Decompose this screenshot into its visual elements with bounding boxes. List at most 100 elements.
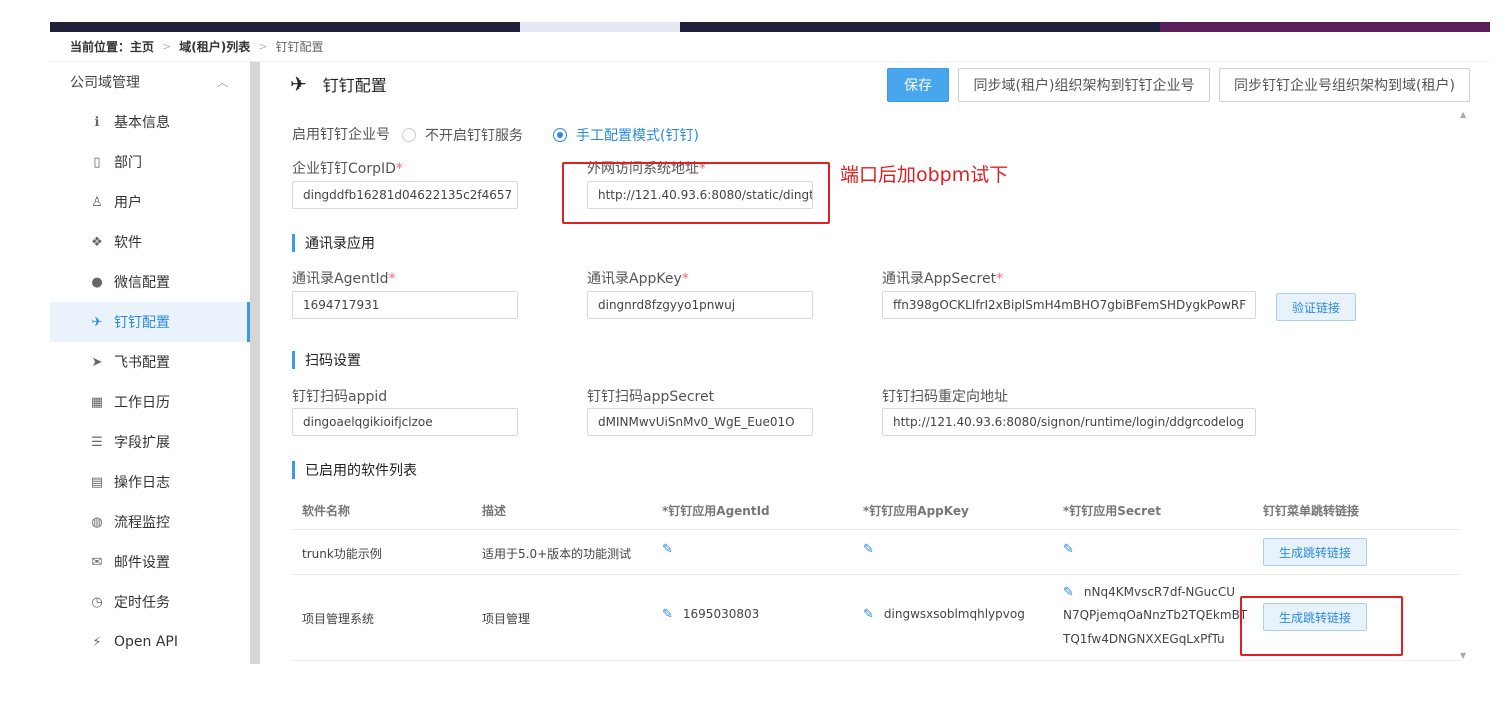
appsecret-label: 通讯录AppSecret*: [882, 268, 1003, 288]
sync-to-dingtalk-button[interactable]: 同步域(租户)组织架构到钉钉企业号: [958, 68, 1210, 102]
sidebar-item-feishu-config[interactable]: ➤ 飞书配置: [50, 342, 250, 382]
sidebar-item-label: 部门: [114, 155, 142, 171]
plane-icon: ✈: [290, 72, 307, 96]
edit-secret-cell[interactable]: ✎ nNq4KMvscR7df-NGucCU: [1063, 585, 1235, 600]
corpid-input[interactable]: dingddfb16281d04622135c2f4657: [292, 181, 518, 209]
pencil-icon[interactable]: ✎: [662, 542, 673, 557]
sidebar-item-label: 字段扩展: [114, 435, 170, 451]
content-scrollbar[interactable]: ▲ ▼: [1458, 106, 1470, 662]
sidebar-item-label: 工作日历: [114, 395, 170, 411]
config-form: 启用钉钉企业号 不开启钉钉服务 手工配置模式(钉钉) 企业钉钉CorpID* d…: [280, 106, 1460, 662]
agentid-label: 通讯录AgentId*: [292, 268, 395, 288]
mail-icon: ✉: [91, 554, 103, 570]
breadcrumb-domain-list-link[interactable]: 域(租户)列表: [179, 38, 250, 55]
secret-value-line: TQ1fw4DNGNXXEGqLxPfTu: [1063, 632, 1225, 646]
appkey-value: dingwsxsoblmqhlypvog: [883, 607, 1025, 621]
sidebar-scrollbar[interactable]: [250, 62, 260, 664]
sidebar-section-label: 公司域管理: [70, 75, 140, 91]
radio-circle-icon: [402, 128, 416, 142]
sidebar-item-field-extension[interactable]: ☰ 字段扩展: [50, 422, 250, 462]
scan-redirect-input[interactable]: http://121.40.93.6:8080/signon/runtime/l…: [882, 408, 1256, 436]
divider: [292, 574, 1460, 575]
dashboard-icon: ◍: [91, 514, 103, 530]
generate-link-button[interactable]: 生成跳转链接: [1263, 538, 1367, 566]
save-button[interactable]: 保存: [887, 68, 949, 102]
annotation-highlight-box: [1240, 596, 1403, 656]
wechat-icon: ●: [91, 274, 103, 290]
sidebar-section-company-domain[interactable]: 公司域管理 ︿: [50, 62, 250, 102]
sidebar-item-open-api[interactable]: ⚡ Open API: [50, 622, 250, 662]
scan-secret-input[interactable]: dMINMwvUiSnMv0_WgE_Eue01O: [587, 408, 813, 436]
software-section-title: 已启用的软件列表: [292, 461, 417, 479]
enable-dingtalk-label: 启用钉钉企业号: [292, 127, 390, 143]
sidebar-item-label: 用户: [114, 195, 142, 211]
appkey-input[interactable]: dingnrd8fzgyyo1pnwuj: [587, 291, 813, 319]
sidebar-item-dingtalk-config[interactable]: ✈ 钉钉配置: [50, 302, 250, 342]
table-header: 软件名称: [302, 504, 351, 518]
sidebar-item-label: 定时任务: [114, 595, 170, 611]
page-title: 钉钉配置: [322, 76, 387, 95]
building-icon: ▯: [93, 154, 101, 170]
breadcrumb: 当前位置： 主页 > 域(租户)列表 > 钉钉配置: [50, 32, 1490, 62]
sidebar: 公司域管理 ︿ ℹ 基本信息 ▯ 部门 ♙ 用户 ❖ 软件 ● 微信配置 ✈ 钉钉配置 ➤ 飞…: [50, 62, 250, 664]
secret-value: nNq4KMvscR7df-NGucCU: [1083, 585, 1236, 599]
edit-appkey-cell[interactable]: ✎ dingwsxsoblmqhlypvog: [863, 607, 1025, 622]
software-name: trunk功能示例: [302, 547, 382, 561]
pencil-icon[interactable]: ✎: [1063, 542, 1074, 557]
agentid-input[interactable]: 1694717931: [292, 291, 518, 319]
software-name: 项目管理系统: [302, 612, 375, 626]
pencil-icon[interactable]: ✎: [863, 607, 874, 622]
plane-icon: ✈: [91, 314, 103, 330]
sidebar-item-wechat-config[interactable]: ● 微信配置: [50, 262, 250, 302]
sidebar-item-work-calendar[interactable]: ▦ 工作日历: [50, 382, 250, 422]
radio-label: 手工配置模式(钉钉): [576, 128, 699, 144]
appkey-label: 通讯录AppKey*: [587, 268, 689, 288]
pencil-icon[interactable]: ✎: [662, 607, 673, 622]
required-mark: *: [996, 271, 1004, 287]
calendar-icon: ▦: [90, 394, 104, 410]
top-banner: [50, 22, 1490, 32]
breadcrumb-separator-icon: >: [258, 40, 268, 53]
pencil-icon[interactable]: ✎: [863, 542, 874, 557]
edit-agentid-cell[interactable]: ✎ 1695030803: [662, 607, 759, 622]
software-description: 项目管理: [482, 612, 531, 626]
edit-appkey-cell[interactable]: ✎: [863, 542, 884, 557]
radio-disable-dingtalk[interactable]: 不开启钉钉服务: [402, 125, 523, 145]
radio-manual-mode[interactable]: 手工配置模式(钉钉): [553, 125, 699, 145]
sync-from-dingtalk-button[interactable]: 同步钉钉企业号组织架构到域(租户): [1219, 68, 1470, 102]
breadcrumb-home-link[interactable]: 主页: [130, 38, 154, 55]
scroll-up-icon[interactable]: ▲: [1460, 110, 1466, 119]
sidebar-item-label: 钉钉配置: [114, 315, 170, 331]
sidebar-item-process-monitor[interactable]: ◍ 流程监控: [50, 502, 250, 542]
corpid-label: 企业钉钉CorpID*: [292, 158, 403, 178]
sidebar-item-software[interactable]: ❖ 软件: [50, 222, 250, 262]
edit-agentid-cell[interactable]: ✎: [662, 542, 683, 557]
scroll-down-icon[interactable]: ▼: [1460, 651, 1466, 660]
contacts-section-title: 通讯录应用: [292, 234, 375, 252]
plug-icon: ⚡: [92, 634, 102, 650]
sidebar-item-basic-info[interactable]: ℹ 基本信息: [50, 102, 250, 142]
pencil-icon[interactable]: ✎: [1063, 585, 1074, 600]
page-header: ✈ 钉钉配置: [290, 72, 387, 96]
chevron-up-icon: ︿: [217, 76, 228, 89]
sidebar-item-operation-log[interactable]: ▤ 操作日志: [50, 462, 250, 502]
annotation-highlight-box: [562, 162, 830, 224]
sliders-icon: ☰: [91, 434, 103, 450]
label-text: 通讯录AgentId: [292, 271, 389, 287]
banner-decoration: [520, 22, 680, 32]
main-panel: ✈ 钉钉配置 保存 同步域(租户)组织架构到钉钉企业号 同步钉钉企业号组织架构到…: [260, 62, 1490, 664]
sidebar-item-mail-settings[interactable]: ✉ 邮件设置: [50, 542, 250, 582]
banner-decoration: [1160, 22, 1490, 32]
verify-link-button[interactable]: 验证链接: [1276, 293, 1356, 321]
sidebar-item-scheduled-tasks[interactable]: ◷ 定时任务: [50, 582, 250, 622]
sidebar-item-users[interactable]: ♙ 用户: [50, 182, 250, 222]
edit-secret-cell[interactable]: ✎: [1063, 542, 1084, 557]
scan-appid-input[interactable]: dingoaelqgikioifjclzoe: [292, 408, 518, 436]
breadcrumb-separator-icon: >: [162, 40, 172, 53]
label-text: 通讯录AppKey: [587, 271, 682, 287]
sidebar-item-label: 微信配置: [114, 275, 170, 291]
sidebar-item-department[interactable]: ▯ 部门: [50, 142, 250, 182]
appsecret-input[interactable]: ffn398gOCKLIfrI2xBiplSmH4mBHO7gbiBFemSHD…: [882, 291, 1256, 319]
required-mark: *: [388, 271, 396, 287]
breadcrumb-label: 当前位置：: [70, 40, 131, 54]
